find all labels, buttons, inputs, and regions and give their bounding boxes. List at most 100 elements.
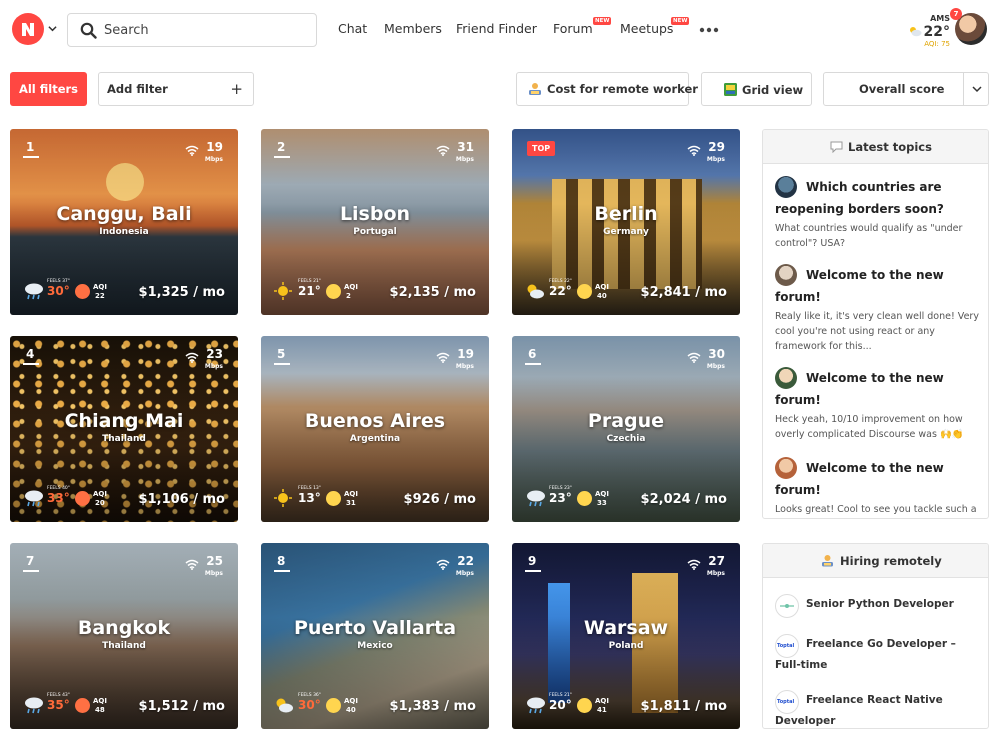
topic-item[interactable]: Welcome to the new forum! Realy like it,… [775, 264, 980, 354]
rank-underline [274, 156, 290, 158]
aqi-value: 40 [346, 706, 356, 714]
city-name: Canggu, Bali [56, 203, 192, 225]
wifi-icon [185, 559, 199, 570]
wifi-icon [436, 559, 450, 570]
hiring-remotely-header[interactable]: Hiring remotely [763, 544, 988, 578]
aqi-value: 20 [95, 499, 105, 507]
nav-chat[interactable]: Chat [338, 21, 367, 36]
aqi-label: AQI [344, 697, 358, 705]
remote-worker-icon [822, 555, 833, 567]
aqi-label: AQI [595, 490, 609, 498]
latest-topics-header[interactable]: Latest topics [763, 130, 988, 164]
city-card-bangkok[interactable]: 7 25 Mbps Bangkok Thailand FEELS 43° 35°… [10, 543, 238, 729]
job-item[interactable]: Senior Python Developer [775, 594, 980, 618]
partly-cloudy-icon [527, 284, 544, 299]
city-card-chiang-mai[interactable]: 4 23 Mbps Chiang Mai Thailand FEELS 40° … [10, 336, 238, 522]
topic-item[interactable]: Which countries are reopening borders so… [775, 176, 980, 251]
aqi-value: 48 [95, 706, 105, 714]
wifi-icon [687, 352, 701, 363]
sort-select-toggle[interactable] [963, 73, 988, 105]
city-name: Chiang Mai [64, 410, 184, 432]
nav-members[interactable]: Members [384, 21, 442, 36]
aqi-face-icon [75, 698, 90, 713]
temperature: 33° [47, 491, 70, 505]
grid-view-icon [724, 83, 737, 96]
internet-speed: 27 [708, 554, 725, 568]
city-name: Buenos Aires [304, 410, 446, 432]
topic-author-avatar [775, 457, 797, 479]
job-item[interactable]: Toptal Freelance React Native Developer [775, 690, 980, 728]
rank-underline [274, 570, 290, 572]
country-name: Argentina [349, 434, 401, 444]
city-name: Puerto Vallarta [293, 617, 457, 639]
aqi-face-icon [75, 491, 90, 506]
topic-item[interactable]: Welcome to the new forum! Looks great! C… [775, 457, 980, 517]
wifi-icon [436, 352, 450, 363]
notification-count-badge[interactable]: 7 [950, 8, 962, 20]
country-name: Czechia [606, 434, 646, 444]
add-filter-button[interactable]: Add filter + [98, 72, 254, 106]
top-badge: TOP [527, 141, 556, 156]
topic-excerpt: Heck yeah, 10/10 improvement on how over… [775, 414, 964, 440]
city-rank: 8 [277, 554, 286, 568]
cost-remote-worker-button[interactable]: Cost for remote worker [516, 72, 698, 106]
topic-excerpt: What countries would qualify as "under c… [775, 223, 963, 249]
nav-friend-finder[interactable]: Friend Finder [456, 21, 537, 36]
city-card-berlin[interactable]: TOP 29 Mbps Berlin Germany FEELS 22° 22°… [512, 129, 740, 315]
internet-speed-unit: Mbps [455, 156, 474, 163]
aqi-label: AQI [344, 283, 358, 291]
rank-underline [23, 363, 39, 365]
rank-underline [23, 156, 39, 158]
aqi-face-icon [577, 491, 592, 506]
grid-view-button[interactable]: Grid view [701, 72, 812, 106]
temperature: 30° [298, 698, 321, 712]
city-card-canggu-bali[interactable]: 1 19 Mbps Canggu, Bali Indonesia FEELS 3… [10, 129, 238, 315]
search-icon [80, 22, 97, 39]
city-card-puerto-vallarta[interactable]: 8 22 Mbps Puerto Vallarta Mexico FEELS 3… [261, 543, 489, 729]
topic-item[interactable]: Welcome to the new forum! Heck yeah, 10/… [775, 367, 980, 442]
city-card-lisbon[interactable]: 2 31 Mbps Lisbon Portugal FEELS 21° 21° … [261, 129, 489, 315]
rain-cloud-icon [25, 697, 43, 714]
all-filters-button[interactable]: All filters [10, 72, 87, 106]
more-dots-icon[interactable] [698, 20, 720, 40]
job-item[interactable]: Toptal Freelance Go Developer – Full-tim… [775, 634, 980, 676]
aqi-face-icon [577, 284, 592, 299]
topic-title: Welcome to the new forum! [775, 461, 944, 497]
city-rank: 6 [528, 347, 537, 361]
nav-forum[interactable]: Forum [553, 21, 593, 36]
weather-city: AMS [930, 14, 950, 23]
sun-icon [274, 282, 292, 300]
nomad-list-logo[interactable] [12, 13, 44, 45]
top-header: Chat Members Friend Finder Forum NEW Mee… [0, 0, 1000, 62]
sort-select[interactable]: Overall score [823, 72, 989, 106]
city-card-buenos-aires[interactable]: 5 19 Mbps Buenos Aires Argentina FEELS 1… [261, 336, 489, 522]
monthly-cost: $1,106 / mo [138, 492, 225, 507]
city-card-prague[interactable]: 6 30 Mbps Prague Czechia FEELS 23° 23° A… [512, 336, 740, 522]
remote-worker-icon [529, 83, 541, 95]
topic-title: Welcome to the new forum! [775, 268, 944, 304]
monthly-cost: $1,512 / mo [138, 699, 225, 714]
topic-excerpt: Looks great! Cool to see you tackle such… [775, 504, 977, 515]
search-box[interactable] [67, 13, 317, 47]
monthly-cost: $2,024 / mo [640, 492, 727, 507]
city-name: Bangkok [77, 617, 171, 639]
internet-speed: 29 [708, 140, 725, 154]
aqi-face-icon [326, 698, 341, 713]
nav-meetups[interactable]: Meetups [620, 21, 673, 36]
rank-underline [525, 570, 541, 572]
internet-speed-unit: Mbps [204, 156, 223, 163]
wifi-icon [687, 145, 701, 156]
local-weather[interactable]: AMS 22° AQI: 75 [908, 10, 954, 50]
city-card-warsaw[interactable]: 9 27 Mbps Warsaw Poland FEELS 21° 20° AQ… [512, 543, 740, 729]
chevron-down-icon[interactable] [48, 24, 57, 33]
latest-topics-title: Latest topics [848, 140, 932, 154]
speech-bubble-icon [830, 141, 843, 153]
internet-speed-unit: Mbps [204, 363, 223, 370]
search-input[interactable] [104, 19, 304, 41]
topic-title: Which countries are reopening borders so… [775, 180, 944, 216]
weather-temp: 22° [923, 24, 950, 40]
wifi-icon [185, 352, 199, 363]
aqi-label: AQI [93, 697, 107, 705]
filter-bar: All filters Add filter + Cost for remote… [0, 62, 1000, 112]
country-name: Thailand [102, 434, 146, 444]
